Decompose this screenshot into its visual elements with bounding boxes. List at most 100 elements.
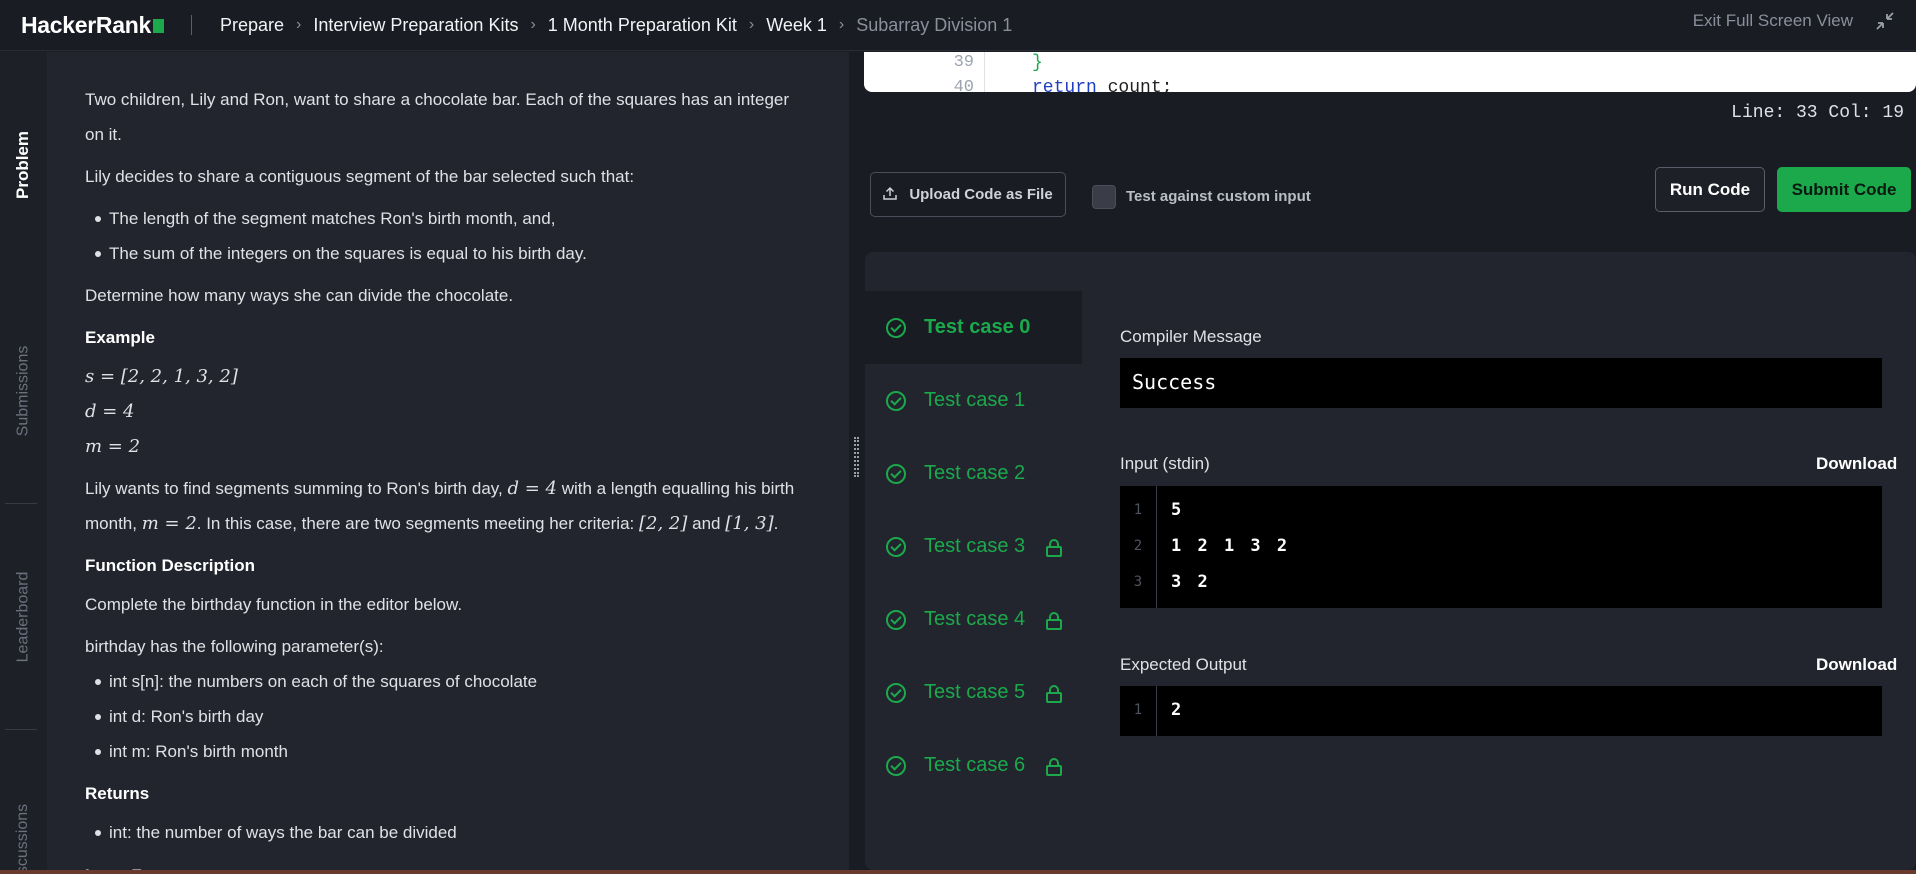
returns-list: int: the number of ways the bar can be d… [85, 815, 811, 850]
explanation-text: . In this case, there are two segments m… [196, 514, 635, 533]
problem-intro: Two children, Lily and Ron, want to shar… [85, 90, 790, 144]
exit-fullscreen-link[interactable]: Exit Full Screen View [1693, 11, 1853, 31]
tab-leaderboard[interactable]: Leaderboard [0, 504, 47, 729]
breadcrumb-interview-kits[interactable]: Interview Preparation Kits [313, 15, 518, 36]
test-case-5[interactable]: Test case 5 [865, 656, 1082, 729]
check-circle-icon [886, 682, 906, 703]
check-circle-icon [886, 463, 906, 484]
panel-resizer[interactable] [849, 52, 864, 874]
list-item: int s[n]: the numbers on each of the squ… [85, 664, 811, 699]
cursor-position: Line: 33 Col: 19 [1731, 103, 1904, 123]
example-heading: Example [85, 328, 155, 347]
line-number: 40 [953, 78, 974, 92]
line-number: 3 [1133, 574, 1143, 590]
function-description: Complete the birthday function in the ed… [85, 595, 463, 614]
lock-body [1046, 765, 1062, 776]
drag-handle-icon[interactable] [854, 437, 859, 477]
test-case-2[interactable]: Test case 2 [865, 437, 1082, 510]
test-case-3[interactable]: Test case 3 [865, 510, 1082, 583]
chevron-right-icon: › [296, 16, 302, 33]
test-case-label: Test case 1 [924, 389, 1026, 411]
hackerrank-logo[interactable]: HackerRank [21, 12, 164, 39]
download-expected-link[interactable]: Download [1816, 655, 1897, 675]
example-m: m = 2 [85, 436, 141, 457]
bottom-edge [0, 870, 1916, 874]
test-case-label: Test case 2 [924, 462, 1026, 484]
test-case-1[interactable]: Test case 1 [865, 364, 1082, 437]
check-circle-icon [886, 755, 906, 776]
check-circle-icon [886, 390, 906, 411]
run-code-button[interactable]: Run Code [1655, 167, 1765, 212]
line-number: 1 [1133, 702, 1143, 718]
example-explanation: Lily wants to find segments summing to R… [85, 471, 811, 541]
submit-code-button[interactable]: Submit Code [1777, 167, 1911, 212]
compiler-message: Success [1120, 358, 1882, 408]
test-case-6[interactable]: Test case 6 [865, 729, 1082, 802]
check-circle-icon [886, 536, 906, 557]
side-tabs: Problem Submissions Leaderboard scussion… [0, 52, 47, 874]
check-circle-icon [886, 609, 906, 630]
params-list: int s[n]: the numbers on each of the squ… [85, 664, 811, 769]
lock-icon [1046, 539, 1062, 557]
custom-input-label[interactable]: Test against custom input [1126, 188, 1311, 205]
test-case-list: Test case 0 Test case 1 Test case 2 Test ca… [865, 291, 1082, 802]
list-item: int m: Ron's birth month [85, 734, 811, 769]
upload-code-label: Upload Code as File [909, 186, 1053, 203]
test-case-0[interactable]: Test case 0 [865, 291, 1082, 364]
returns-heading: Returns [85, 784, 150, 803]
breadcrumb-1-month-kit[interactable]: 1 Month Preparation Kit [548, 15, 737, 36]
lock-icon [1046, 685, 1062, 703]
chevron-right-icon: › [748, 16, 755, 33]
list-item: int d: Ron's birth day [85, 699, 811, 734]
upload-code-button[interactable]: Upload Code as File [870, 172, 1066, 217]
explanation-text: . [773, 514, 779, 533]
math-m: m = 2 [141, 513, 197, 534]
lock-body [1046, 619, 1062, 630]
editor-panel: 39 } 40 return count; Line: 33 Col: 19 U… [864, 52, 1916, 874]
lock-body [1046, 692, 1062, 703]
list-item: int: the number of ways the bar can be d… [85, 815, 811, 850]
lock-icon [1046, 758, 1062, 776]
test-case-label: Test case 6 [924, 754, 1026, 776]
tab-discussions[interactable]: scussions [0, 730, 47, 874]
conditions-list: The length of the segment matches Ron's … [85, 201, 811, 271]
math-segment: [1, 3] [725, 513, 774, 534]
chevron-right-icon: › [530, 16, 536, 33]
math-segment: [2, 2] [638, 513, 688, 534]
example-d: d = 4 [85, 401, 135, 422]
code-line[interactable]: } [1032, 53, 1043, 73]
breadcrumb-prepare[interactable]: Prepare [220, 15, 284, 36]
expected-output-label: Expected Output [1120, 655, 1247, 674]
tab-problem[interactable]: Problem [0, 52, 47, 278]
problem-statement: Two children, Lily and Ron, want to shar… [47, 52, 849, 870]
upload-icon [883, 186, 898, 204]
code-editor[interactable]: 39 } 40 return count; [864, 52, 1916, 92]
input-line: 1 2 1 3 2 [1171, 536, 1291, 556]
line-number: 1 [1133, 502, 1143, 518]
expected-line: 2 [1171, 700, 1185, 720]
input-format-heading: Input Format [85, 858, 811, 870]
example-s: s = [2, 2, 1, 3, 2] [85, 366, 238, 387]
input-line: 3 2 [1171, 572, 1211, 592]
breadcrumb-current: Subarray Division 1 [856, 14, 1013, 35]
download-input-link[interactable]: Download [1816, 454, 1897, 474]
header-divider [190, 15, 192, 35]
line-number: 2 [1133, 538, 1143, 554]
breadcrumb-week-1[interactable]: Week 1 [766, 15, 827, 36]
lock-body [1046, 546, 1062, 557]
test-case-4[interactable]: Test case 4 [865, 583, 1082, 656]
list-item: The length of the segment matches Ron's … [85, 201, 811, 236]
test-case-label: Test case 5 [924, 681, 1026, 703]
exit-fullscreen-icon[interactable] [1875, 11, 1895, 31]
lock-icon [1046, 612, 1062, 630]
code-line[interactable]: return count; [1032, 78, 1172, 92]
custom-input-checkbox[interactable] [1092, 185, 1116, 209]
params-intro: birthday has the following parameter(s): [85, 637, 384, 656]
top-navigation-bar: HackerRank Prepare › Interview Preparati… [0, 0, 1916, 51]
breadcrumb: Prepare › Interview Preparation Kits › 1… [220, 15, 1012, 36]
tab-submissions[interactable]: Submissions [0, 278, 47, 503]
line-number: 39 [953, 53, 974, 72]
problem-decide: Lily decides to share a contiguous segme… [85, 167, 635, 186]
check-circle-icon [886, 317, 906, 338]
explanation-text: and [692, 514, 721, 533]
